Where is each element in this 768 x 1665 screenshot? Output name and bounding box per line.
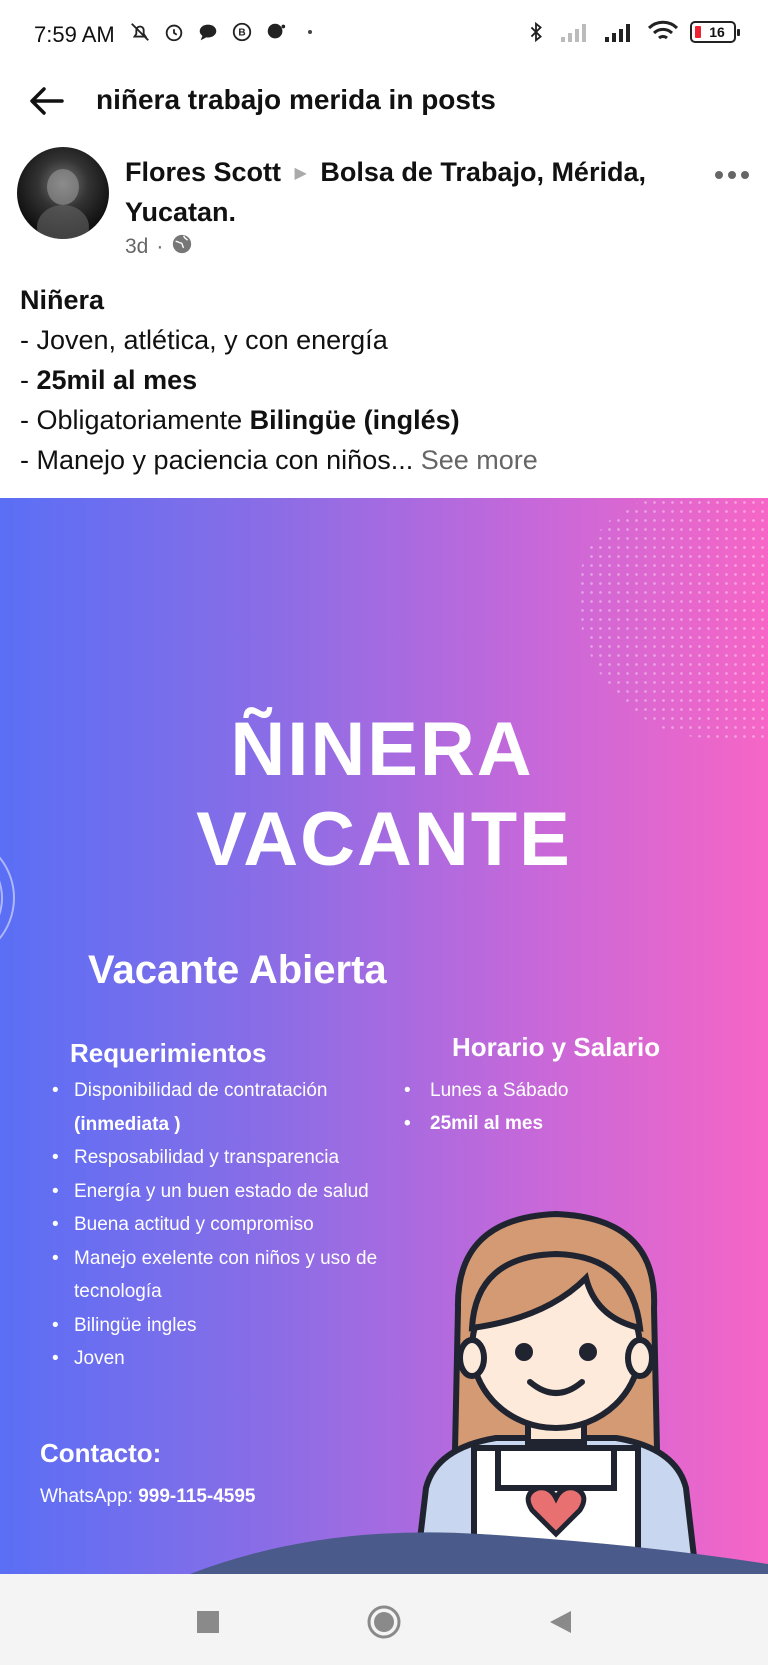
post-line-2: - Joven, atlética, y con energía xyxy=(20,325,388,355)
recents-button[interactable] xyxy=(188,1602,228,1642)
contact-heading: Contacto: xyxy=(40,1438,162,1468)
more-dot xyxy=(741,171,749,179)
wifi-icon xyxy=(646,20,680,44)
author-name[interactable]: Flores Scott xyxy=(125,157,281,187)
post-heading: Niñera xyxy=(20,285,105,315)
square-icon xyxy=(197,1611,219,1633)
post-age[interactable]: 3d xyxy=(125,235,148,259)
chat-bubble-icon xyxy=(196,20,220,44)
flyer-subtitle: Vacante Abierta xyxy=(88,948,387,992)
flyer-title-line2: VACANTE xyxy=(196,797,572,882)
notification-icons: B xyxy=(128,20,322,44)
globe-icon xyxy=(171,233,193,261)
search-query-title[interactable]: niñera trabajo merida in posts xyxy=(96,84,496,116)
more-options-button[interactable] xyxy=(710,160,754,190)
alarm-icon xyxy=(162,20,186,44)
flyer-title-line1: ÑINERA xyxy=(230,707,534,792)
post-text: Niñera - Joven, atlética, y con energía … xyxy=(20,280,750,480)
requirement-item: Joven xyxy=(52,1342,392,1376)
post-line-4: - Obligatoriamente Bilingüe (inglés) xyxy=(20,400,750,440)
battery-icon: 16 xyxy=(690,21,740,43)
messenger-icon xyxy=(264,20,288,44)
system-icons: 16 xyxy=(524,20,740,44)
b-app-icon: B xyxy=(230,20,254,44)
requirements-list: Disponibilidad de contratación (inmediat… xyxy=(52,1074,392,1376)
post-line-3: - 25mil al mes xyxy=(20,360,750,400)
arrow-left-icon xyxy=(30,87,64,115)
schedule-item: 25mil al mes xyxy=(404,1107,568,1140)
schedule-heading: Horario y Salario xyxy=(452,1032,661,1062)
separator-dot: · xyxy=(156,235,164,258)
line-prefix: - xyxy=(20,365,37,395)
line-prefix: - Obligatoriamente xyxy=(20,405,250,435)
back-button[interactable] xyxy=(26,80,68,122)
system-navigation-bar xyxy=(0,1574,768,1665)
signal-icon xyxy=(602,20,636,44)
more-dot xyxy=(728,171,736,179)
requirement-item: Manejo exelente con niños y uso de tecno… xyxy=(52,1242,392,1309)
schedule-list: Lunes a Sábado 25mil al mes xyxy=(404,1074,568,1140)
battery-level: 16 xyxy=(709,24,725,40)
post-author-line: Flores Scott ▶ Bolsa de Trabajo, Mérida,… xyxy=(125,153,685,231)
search-header: niñera trabajo merida in posts xyxy=(0,70,768,132)
post-line-1: Niñera xyxy=(20,280,750,320)
post-meta: 3d · xyxy=(125,233,193,261)
requirement-item: Bilingüe ingles xyxy=(52,1309,392,1343)
wave-decoration xyxy=(190,1532,768,1574)
requirement-text: Disponibilidad de contratación xyxy=(74,1080,328,1101)
svg-text:B: B xyxy=(238,28,245,39)
requirement-item: Buena actitud y compromiso xyxy=(52,1208,392,1242)
signal-icon xyxy=(558,20,592,44)
requirement-item: Disponibilidad de contratación (inmediat… xyxy=(52,1074,392,1141)
triangle-back-icon xyxy=(550,1611,571,1633)
salary-text: 25mil al mes xyxy=(36,365,198,395)
avatar[interactable] xyxy=(17,147,109,239)
bell-off-icon xyxy=(128,20,152,44)
post-line-5: - Manejo y paciencia con niños... See mo… xyxy=(20,440,750,480)
home-button[interactable] xyxy=(364,1602,404,1642)
requirement-item: Resposabilidad y transparencia xyxy=(52,1141,392,1175)
see-more-link[interactable]: See more xyxy=(413,445,538,475)
dot-pattern-decoration xyxy=(578,498,768,738)
dot-icon xyxy=(298,20,322,44)
status-bar: 7:59 AM B 16 xyxy=(0,0,768,70)
requirement-text: (inmediata ) xyxy=(74,1113,181,1135)
bluetooth-icon xyxy=(524,20,548,44)
post-image[interactable]: ÑINERA VACANTE Vacante Abierta Requerimi… xyxy=(0,498,768,1574)
requirement-item: Energía y un buen estado de salud xyxy=(52,1175,392,1209)
more-horizontal-icon xyxy=(715,171,723,179)
requirements-heading: Requerimientos xyxy=(70,1038,267,1068)
schedule-item: Lunes a Sábado xyxy=(404,1074,568,1107)
line-text: - Manejo y paciencia con niños... xyxy=(20,445,414,475)
back-nav-button[interactable] xyxy=(540,1602,580,1642)
status-time: 7:59 AM xyxy=(34,22,115,47)
bilingual-text: Bilingüe (inglés) xyxy=(249,405,460,435)
circle-icon xyxy=(367,1605,401,1639)
arrow-right-icon: ▶ xyxy=(294,164,307,182)
